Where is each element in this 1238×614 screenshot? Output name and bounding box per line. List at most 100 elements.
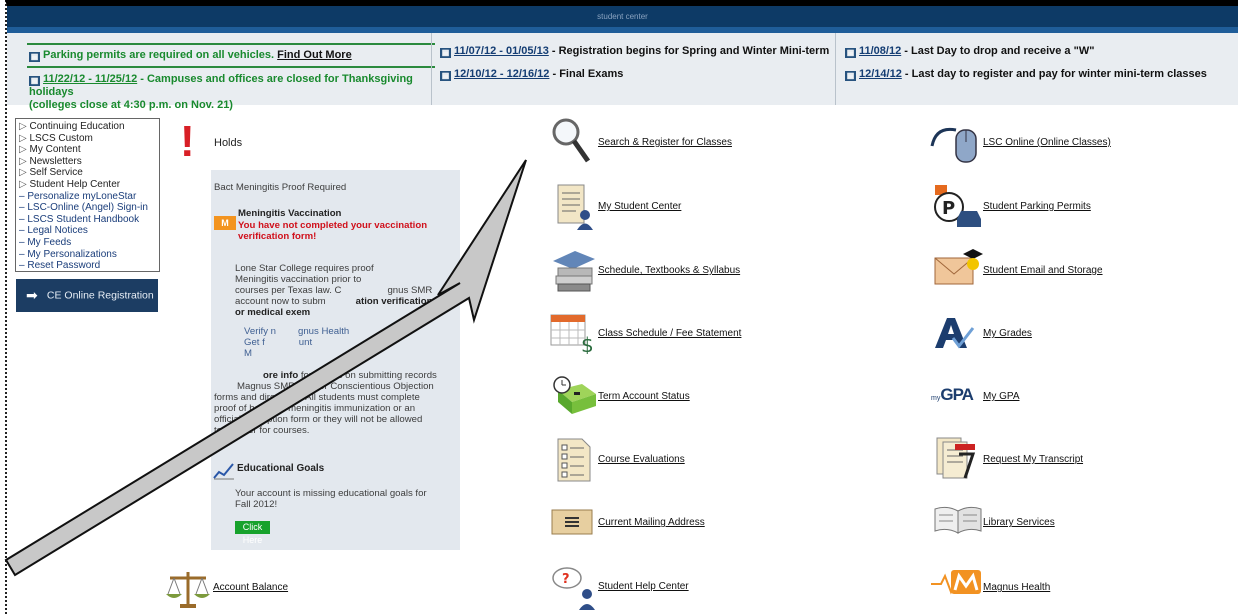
meningitis-warning: You have not completed your vaccination	[238, 220, 428, 231]
more-info-text: proof of bacterial meningitis immunizati…	[214, 403, 416, 414]
sidebar-link-my-feeds[interactable]: – My Feeds	[19, 237, 156, 249]
sidebar-link-legal-notices[interactable]: – Legal Notices	[19, 225, 156, 237]
student-document-icon	[557, 184, 593, 230]
get-account-link[interactable]: Get f unt	[244, 337, 312, 348]
sidebar-link-personalize[interactable]: – Personalize myLoneStar	[19, 191, 156, 203]
more-info-text: Magnus SMR and for Conscientious Objecti…	[237, 381, 434, 392]
divider	[27, 43, 435, 45]
class-schedule-fee-link[interactable]: Class Schedule / Fee Statement	[598, 328, 741, 339]
meningitis-title: Meningitis Vaccination	[238, 208, 342, 219]
books-icon	[553, 251, 595, 292]
body-text: account now to subm ation verification	[235, 296, 433, 307]
sidebar-item-lscs-custom[interactable]: ▷ LSCS Custom	[19, 133, 156, 145]
announcements-col-3: ▦ 11/08/12 - Last Day to drop and receive…	[837, 33, 1238, 105]
header-title: student center	[597, 12, 648, 21]
calendar-fee-icon: $	[550, 314, 594, 354]
body-text: Lone Star College requires proof	[235, 263, 374, 274]
request-transcript-link[interactable]: Request My Transcript	[983, 454, 1083, 465]
sidebar-link-reset-password[interactable]: – Reset Password	[19, 260, 156, 272]
holiday-dates-link[interactable]: 11/22/12 - 11/25/12	[43, 73, 137, 85]
verify-magnus-link[interactable]: Verify n gnus Health	[244, 326, 349, 337]
panel-title: Bact Meningitis Proof Required	[214, 182, 347, 193]
gpa-logo-icon: myGPA	[931, 385, 974, 404]
help-person-icon: ?	[552, 567, 595, 610]
sidebar-item-my-content[interactable]: ▷ My Content	[19, 144, 156, 156]
calendar-icon: ▦	[845, 71, 856, 81]
balance-scale-icon	[166, 572, 210, 608]
student-help-center-link[interactable]: Student Help Center	[598, 581, 689, 592]
calendar-icon: ▦	[440, 71, 451, 81]
svg-text:$: $	[581, 333, 594, 354]
header-bar: student center	[7, 6, 1238, 33]
checklist-icon	[557, 438, 591, 482]
svg-text:?: ?	[562, 572, 570, 587]
announcements-col-1: ▦ Parking permits are required on all veh…	[27, 33, 435, 111]
find-out-more-link[interactable]: Find Out More	[277, 49, 352, 61]
triangle-right-icon: ▷	[19, 178, 27, 190]
sidebar-menu: ▷ Continuing Education ▷ LSCS Custom ▷ M…	[15, 118, 160, 272]
sidebar-item-continuing-education[interactable]: ▷ Continuing Education	[19, 121, 156, 133]
parking-icon: P	[934, 185, 981, 227]
grade-a-icon	[935, 318, 975, 349]
meningitis-warning-2: verification form!	[238, 231, 317, 242]
library-services-link[interactable]: Library Services	[983, 517, 1055, 528]
magnus-logo-icon: M	[214, 216, 236, 230]
educational-goals-text: Fall 2012!	[235, 499, 278, 510]
triangle-right-icon: ▷	[19, 167, 27, 179]
body-text: courses per Texas law. Cgnus SMR	[235, 285, 433, 296]
mailing-address-link[interactable]: Current Mailing Address	[598, 517, 705, 528]
more-link[interactable]: M	[244, 348, 252, 359]
sidebar-link-my-personalizations[interactable]: – My Personalizations	[19, 249, 156, 261]
announcements-col-2: ▦ 11/07/12 - 01/05/13 - Registration begi…	[431, 33, 836, 105]
magnus-health-link[interactable]: Magnus Health	[983, 582, 1050, 593]
news-date-link[interactable]: 12/14/12	[859, 68, 902, 80]
student-parking-permits-link[interactable]: Student Parking Permits	[983, 201, 1091, 212]
student-email-storage-link[interactable]: Student Email and Storage	[983, 265, 1103, 276]
my-gpa-link[interactable]: My GPA	[983, 391, 1019, 402]
parking-announcement: ▦ Parking permits are required on all veh…	[29, 49, 352, 62]
term-account-status-link[interactable]: Term Account Status	[598, 391, 690, 402]
magnus-health-icon	[931, 570, 981, 595]
more-info-text: ore info for details on submitting recor…	[263, 370, 437, 381]
news-date-link[interactable]: 12/10/12 - 12/16/12	[454, 68, 549, 80]
calendar-icon: ▦	[440, 48, 451, 58]
sidebar-item-student-help-center[interactable]: ▷ Student Help Center	[19, 179, 156, 191]
news-date-link[interactable]: 11/07/12 - 01/05/13	[454, 45, 549, 57]
more-info-text: forms and directions. All students must …	[214, 392, 420, 403]
ce-online-registration-button[interactable]: ➡ CE Online Registration	[16, 279, 158, 312]
my-grades-link[interactable]: My Grades	[983, 328, 1032, 339]
divider	[27, 66, 435, 68]
lsc-online-link[interactable]: LSC Online (Online Classes)	[983, 137, 1111, 148]
triangle-right-icon: ▷	[19, 132, 27, 144]
my-student-center-link[interactable]: My Student Center	[598, 201, 681, 212]
course-evaluations-link[interactable]: Course Evaluations	[598, 454, 685, 465]
calendar-icon: ▦	[845, 48, 856, 58]
transcript-icon	[936, 437, 976, 479]
news-item: ▦ 12/10/12 - 12/16/12 - Final Exams	[440, 68, 624, 81]
body-text: Meningitis vaccination prior to	[235, 274, 362, 285]
sidebar-item-self-service[interactable]: ▷ Self Service	[19, 167, 156, 179]
more-info-text: official exemption form or they will not…	[214, 414, 423, 425]
announcements-panel: ▦ Parking permits are required on all veh…	[7, 33, 1238, 111]
sidebar-item-newsletters[interactable]: ▷ Newsletters	[19, 156, 156, 168]
account-balance-link[interactable]: Account Balance	[213, 582, 288, 593]
search-register-link[interactable]: Search & Register for Classes	[598, 137, 732, 148]
news-item: ▦ 11/07/12 - 01/05/13 - Registration begi…	[440, 45, 830, 58]
holiday-announcement: ▦ 11/22/12 - 11/25/12 - Campuses and offi…	[29, 73, 413, 111]
exclamation-icon: !	[180, 117, 195, 166]
email-graduate-icon	[934, 249, 983, 285]
sidebar-link-handbook[interactable]: – LSCS Student Handbook	[19, 214, 156, 226]
library-book-icon	[934, 506, 982, 534]
triangle-right-icon: ▷	[19, 144, 27, 156]
triangle-right-icon: ▷	[19, 155, 27, 167]
svg-text:P: P	[942, 198, 955, 219]
news-item: ▦ 11/08/12 - Last Day to drop and receive…	[845, 45, 1095, 58]
calendar-icon: ▦	[29, 76, 40, 86]
educational-goals-text: Your account is missing educational goal…	[235, 488, 427, 499]
sidebar-link-angel-signin[interactable]: – LSC-Online (Angel) Sign-in	[19, 202, 156, 214]
click-here-button[interactable]: Click Here	[235, 521, 270, 545]
news-date-link[interactable]: 11/08/12	[859, 45, 901, 57]
schedule-textbooks-link[interactable]: Schedule, Textbooks & Syllabus	[598, 265, 740, 276]
mouse-icon	[930, 127, 977, 163]
holds-label: Holds	[214, 137, 243, 149]
